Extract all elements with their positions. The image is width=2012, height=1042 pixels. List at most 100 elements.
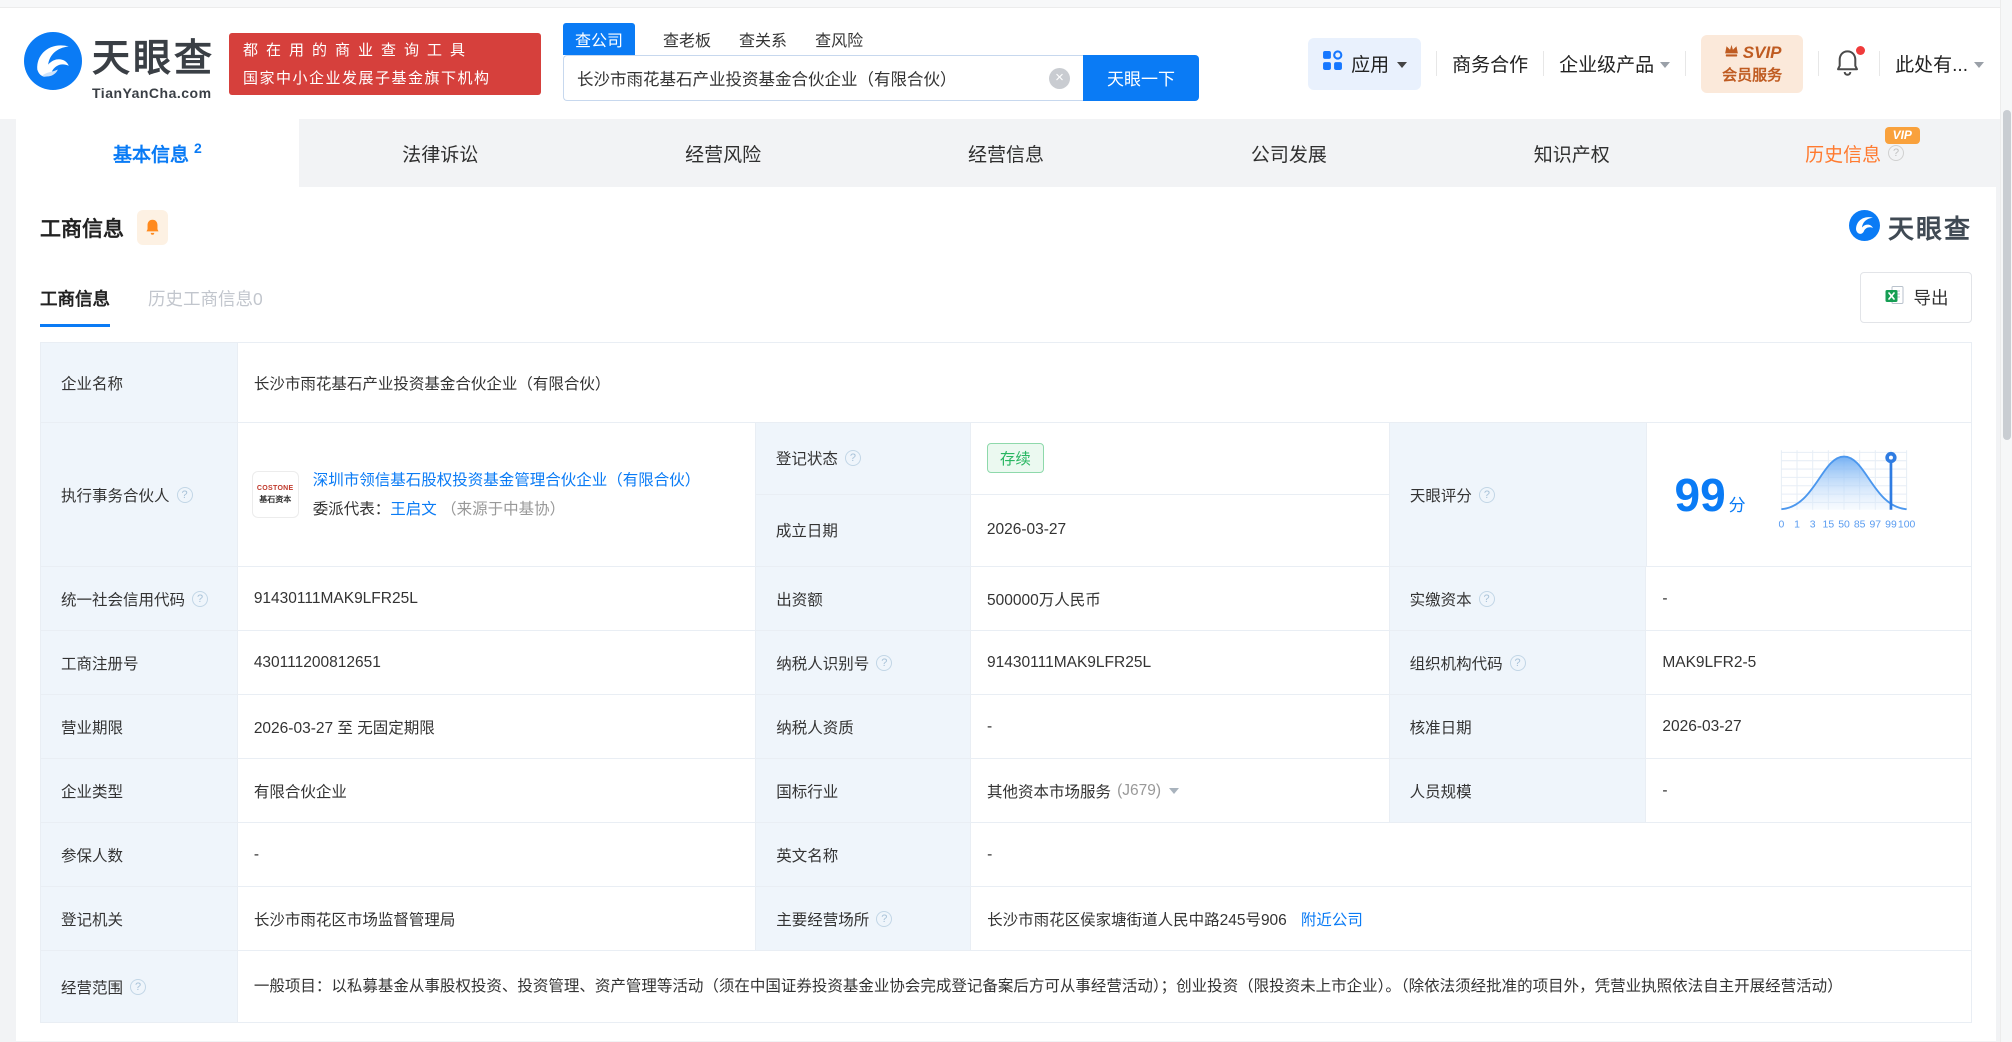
taxpayer-quality-label: 纳税人资质 — [756, 695, 972, 758]
paid-capital-value: - — [1662, 589, 1668, 607]
subscribe-bell-icon[interactable] — [137, 210, 168, 245]
user-menu-label: 此处有... — [1895, 55, 1968, 76]
apps-button[interactable]: 应用 — [1308, 37, 1422, 90]
help-icon[interactable]: ? — [844, 450, 861, 467]
table-row: 经营范围? 一般项目：以私募基金从事股权投资、投资管理、资产管理等活动（须在中国… — [41, 951, 1971, 1023]
partner-company-link[interactable]: 深圳市领信基石股权投资基金管理合伙企业（有限合伙） — [313, 472, 701, 489]
registration-status-label: 登记状态? — [755, 423, 971, 494]
export-button[interactable]: 导出 — [1860, 272, 1972, 323]
subtab-business-info[interactable]: 工商信息 — [40, 286, 110, 327]
search-box: × 天眼一下 — [563, 54, 1200, 101]
chevron-down-icon — [1660, 61, 1671, 68]
industry-value[interactable]: 其他资本市场服务 (J679) — [971, 759, 1390, 822]
tab-company-development[interactable]: 公司发展 — [1147, 119, 1430, 187]
search-tab-company[interactable]: 查公司 — [563, 22, 636, 55]
page: 天眼查 TianYanCha.com 都在用的商业查询工具 国家中小企业发展子基… — [0, 0, 2012, 1042]
section-title: 工商信息 — [40, 217, 124, 241]
help-icon[interactable]: ? — [192, 590, 209, 607]
enterprise-products-label: 企业级产品 — [1559, 55, 1655, 76]
tianyancha-logo-icon — [1848, 209, 1880, 246]
svg-text:1: 1 — [1794, 519, 1800, 530]
search-button[interactable]: 天眼一下 — [1083, 54, 1200, 101]
table-row: 参保人数 - 英文名称 - — [41, 823, 1971, 887]
tab-intellectual-property[interactable]: 知识产权 — [1430, 119, 1713, 187]
industry-label: 国标行业 — [756, 759, 972, 822]
chevron-down-icon — [1397, 61, 1408, 68]
capital-label: 出资额 — [756, 567, 972, 630]
reg-number-value: 430111200812651 — [238, 631, 757, 694]
reg-number-label: 工商注册号 — [41, 631, 238, 694]
company-type-value: 有限合伙企业 — [238, 759, 757, 822]
search-tab-relation[interactable]: 查关系 — [739, 23, 787, 55]
svip-member-button[interactable]: SVIP 会员服务 — [1701, 34, 1804, 93]
help-icon[interactable]: ? — [876, 910, 893, 927]
paid-capital-label: 实缴资本? — [1389, 567, 1647, 630]
capital-value: 500000万人民币 — [971, 567, 1390, 630]
company-type-label: 企业类型 — [41, 759, 238, 822]
english-name-label: 英文名称 — [756, 823, 972, 886]
user-menu[interactable]: 此处有... — [1895, 50, 1984, 77]
org-code-value: MAK9LFR2-5 — [1662, 653, 1757, 671]
staff-size-value: - — [1662, 781, 1668, 799]
help-icon[interactable]: ? — [1478, 486, 1495, 503]
help-icon[interactable]: ? — [130, 978, 147, 995]
nearby-companies-link[interactable]: 附近公司 — [1301, 908, 1363, 930]
slogan-line1: 都在用的商业查询工具 — [243, 42, 474, 59]
brand-domain: TianYanCha.com — [92, 84, 212, 101]
partner-company-logo: COSTONE 基石资本 — [251, 471, 299, 518]
watermark: 天眼查 — [1848, 209, 1972, 246]
score-unit: 分 — [1728, 495, 1746, 515]
subtab-bar: 工商信息 历史工商信息0 导出 — [40, 272, 1972, 327]
chevron-down-icon[interactable] — [1169, 787, 1179, 794]
taxpayer-quality-value: - — [971, 695, 1390, 758]
tab-legal-litigation[interactable]: 法律诉讼 — [299, 119, 582, 187]
help-icon[interactable]: ? — [1478, 590, 1495, 607]
representative-source: （来源于中基协） — [441, 500, 566, 518]
business-cooperation-link[interactable]: 商务合作 — [1452, 50, 1528, 77]
business-term-label: 营业期限 — [41, 695, 238, 758]
industry-code: (J679) — [1117, 781, 1161, 799]
search-tabs: 查公司 查老板 查关系 查风险 — [563, 22, 1199, 55]
table-row: 统一社会信用代码? 91430111MAK9LFR25L 出资额 500000万… — [41, 567, 1971, 631]
notification-bell-icon[interactable] — [1834, 45, 1866, 80]
tab-basic-info[interactable]: 基本信息 2 — [16, 119, 299, 187]
subtab-history-business-info[interactable]: 历史工商信息0 — [148, 286, 263, 327]
top-strip — [0, 0, 2012, 8]
svg-text:0: 0 — [1778, 519, 1784, 530]
table-row: 执行事务合伙人? COSTONE 基石资本 深圳市领信基石股权投资基金管理合伙企… — [41, 423, 1971, 567]
tab-history-info[interactable]: 历史信息 ? VIP — [1713, 119, 1996, 187]
business-scope-label: 经营范围? — [41, 951, 238, 1022]
brand-name: 天眼查 — [92, 37, 216, 80]
table-row: 工商注册号 430111200812651 纳税人识别号? 91430111MA… — [41, 631, 1971, 695]
table-row: 登记机关 长沙市雨花区市场监督管理局 主要经营场所? 长沙市雨花区侯家塘街道人民… — [41, 887, 1971, 951]
search-input[interactable] — [563, 54, 1084, 101]
brand-logo[interactable]: 天眼查 TianYanCha.com — [24, 27, 215, 101]
approval-date-label: 核准日期 — [1389, 695, 1647, 758]
tab-operation-risk[interactable]: 经营风险 — [582, 119, 865, 187]
score-distribution-chart: 0 1 3 15 50 85 97 99 100 — [1764, 444, 1924, 545]
help-icon[interactable]: ? — [176, 486, 193, 503]
search-tab-boss[interactable]: 查老板 — [663, 23, 711, 55]
business-info-table: 企业名称 长沙市雨花基石产业投资基金合伙企业（有限合伙） 执行事务合伙人? CO… — [40, 342, 1972, 1023]
business-term-value: 2026-03-27 至 无固定期限 — [238, 695, 757, 758]
help-icon[interactable]: ? — [1509, 654, 1526, 671]
crown-icon — [1723, 43, 1740, 63]
apps-label: 应用 — [1351, 55, 1390, 76]
scrollbar-thumb[interactable] — [2003, 110, 2011, 440]
divider — [1818, 51, 1820, 76]
clear-icon[interactable]: × — [1049, 67, 1071, 89]
table-row: 企业名称 长沙市雨花基石产业投资基金合伙企业（有限合伙） — [41, 343, 1971, 423]
search-area: 查公司 查老板 查关系 查风险 × 天眼一下 — [563, 22, 1200, 101]
svg-text:3: 3 — [1809, 519, 1815, 530]
english-name-value: - — [987, 845, 993, 863]
enterprise-products-link[interactable]: 企业级产品 — [1559, 50, 1671, 77]
divider — [1543, 51, 1545, 76]
approval-date-value: 2026-03-27 — [1662, 717, 1742, 735]
svip-label: SVIP — [1742, 42, 1782, 62]
tab-operation-info[interactable]: 经营信息 — [865, 119, 1148, 187]
watermark-text: 天眼查 — [1887, 214, 1972, 244]
representative-link[interactable]: 王启文 — [390, 501, 437, 518]
help-icon[interactable]: ? — [876, 654, 893, 671]
help-icon[interactable]: ? — [1888, 145, 1905, 161]
search-tab-risk[interactable]: 查风险 — [815, 23, 863, 55]
